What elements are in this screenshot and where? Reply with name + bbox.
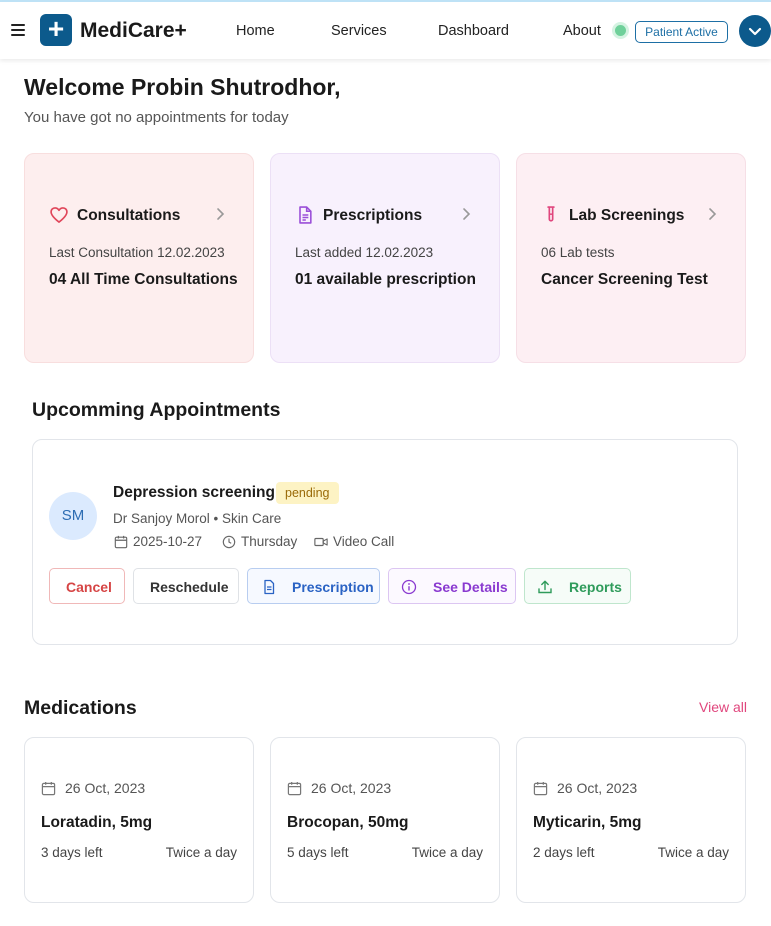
page-subtitle: You have got no appointments for today <box>24 109 289 126</box>
chevron-right-icon[interactable] <box>213 206 227 222</box>
nav-services[interactable]: Services <box>331 23 387 39</box>
appointment-card: SM Depression screening pending Dr Sanjo… <box>32 439 738 645</box>
test-tube-icon <box>547 206 555 222</box>
calendar-icon <box>287 781 302 796</box>
reports-label: Reports <box>569 579 622 595</box>
days-left: 3 days left <box>41 845 103 860</box>
prescription-button[interactable]: Prescription <box>247 568 380 604</box>
app-name[interactable]: MediCare+ <box>80 19 187 43</box>
see-details-label: See Details <box>433 579 508 595</box>
nav-dashboard[interactable]: Dashboard <box>438 23 509 39</box>
hamburger-menu-icon[interactable] <box>11 24 25 36</box>
see-details-button[interactable]: See Details <box>388 568 516 604</box>
doctor-info: Dr Sanjoy Morol • Skin Care <box>113 511 282 526</box>
calendar-icon <box>533 781 548 796</box>
medication-date: 26 Oct, 2023 <box>65 780 146 796</box>
prescriptions-card[interactable]: Prescriptions Last added 12.02.2023 01 a… <box>270 153 500 363</box>
card-value: 01 available prescription <box>295 271 476 288</box>
avatar: SM <box>49 492 97 540</box>
card-meta: 06 Lab tests <box>541 245 615 260</box>
cancel-button[interactable]: Cancel <box>49 568 125 604</box>
profile-menu-button[interactable] <box>739 15 771 47</box>
status-badge: pending <box>276 482 339 504</box>
chevron-down-icon <box>748 27 762 36</box>
dose-frequency: Twice a day <box>411 845 483 860</box>
dose-frequency: Twice a day <box>165 845 237 860</box>
reschedule-label: Reschedule <box>150 579 229 595</box>
days-left: 2 days left <box>533 845 595 860</box>
card-meta: Last Consultation 12.02.2023 <box>49 245 225 260</box>
heart-icon <box>50 207 68 223</box>
medication-card[interactable]: 26 Oct, 2023 Myticarin, 5mg 2 days left … <box>516 737 746 903</box>
upload-icon <box>538 580 552 594</box>
status-dot-icon <box>612 22 629 39</box>
appointment-title: Depression screening <box>113 484 275 501</box>
chevron-right-icon[interactable] <box>705 206 719 222</box>
reschedule-button[interactable]: Reschedule <box>133 568 239 604</box>
nav-about[interactable]: About <box>563 23 601 39</box>
cancel-label: Cancel <box>66 579 112 595</box>
medication-name: Brocopan, 50mg <box>287 814 409 831</box>
medications-section-title: Medications <box>24 697 137 719</box>
medication-card[interactable]: 26 Oct, 2023 Brocopan, 50mg 5 days left … <box>270 737 500 903</box>
chevron-right-icon[interactable] <box>459 206 473 222</box>
card-value: 04 All Time Consultations <box>49 271 238 288</box>
appointment-mode: Video Call <box>333 534 395 549</box>
card-value: Cancer Screening Test <box>541 271 708 288</box>
medication-name: Loratadin, 5mg <box>41 814 153 831</box>
lab-screenings-card[interactable]: Lab Screenings 06 Lab tests Cancer Scree… <box>516 153 746 363</box>
info-icon <box>401 579 417 595</box>
view-all-link[interactable]: View all <box>699 699 747 715</box>
video-camera-icon <box>314 537 328 547</box>
logo-icon[interactable]: + <box>40 14 72 46</box>
consultations-card[interactable]: Consultations Last Consultation 12.02.20… <box>24 153 254 363</box>
reports-button[interactable]: Reports <box>524 568 631 604</box>
medication-date: 26 Oct, 2023 <box>557 780 638 796</box>
page-title: Welcome Probin Shutrodhor, <box>24 74 341 100</box>
calendar-icon <box>41 781 56 796</box>
card-title: Prescriptions <box>323 207 423 224</box>
status-badge: Patient Active <box>635 21 728 43</box>
document-icon <box>299 206 312 224</box>
medication-date: 26 Oct, 2023 <box>311 780 392 796</box>
appointment-day: Thursday <box>241 534 298 549</box>
prescription-label: Prescription <box>292 579 374 595</box>
days-left: 5 days left <box>287 845 349 860</box>
card-meta: Last added 12.02.2023 <box>295 245 434 260</box>
card-title: Consultations <box>77 207 181 224</box>
card-title: Lab Screenings <box>569 207 685 224</box>
medication-name: Myticarin, 5mg <box>533 814 642 831</box>
appointments-section-title: Upcomming Appointments <box>32 399 281 421</box>
document-icon <box>264 579 275 595</box>
calendar-icon <box>114 535 128 549</box>
top-navbar: + MediCare+ Home Services Dashboard Abou… <box>0 2 771 59</box>
clock-icon <box>222 535 236 549</box>
appointment-date: 2025-10-27 <box>133 534 203 549</box>
dose-frequency: Twice a day <box>657 845 729 860</box>
medication-card[interactable]: 26 Oct, 2023 Loratadin, 5mg 3 days left … <box>24 737 254 903</box>
nav-home[interactable]: Home <box>236 23 275 39</box>
